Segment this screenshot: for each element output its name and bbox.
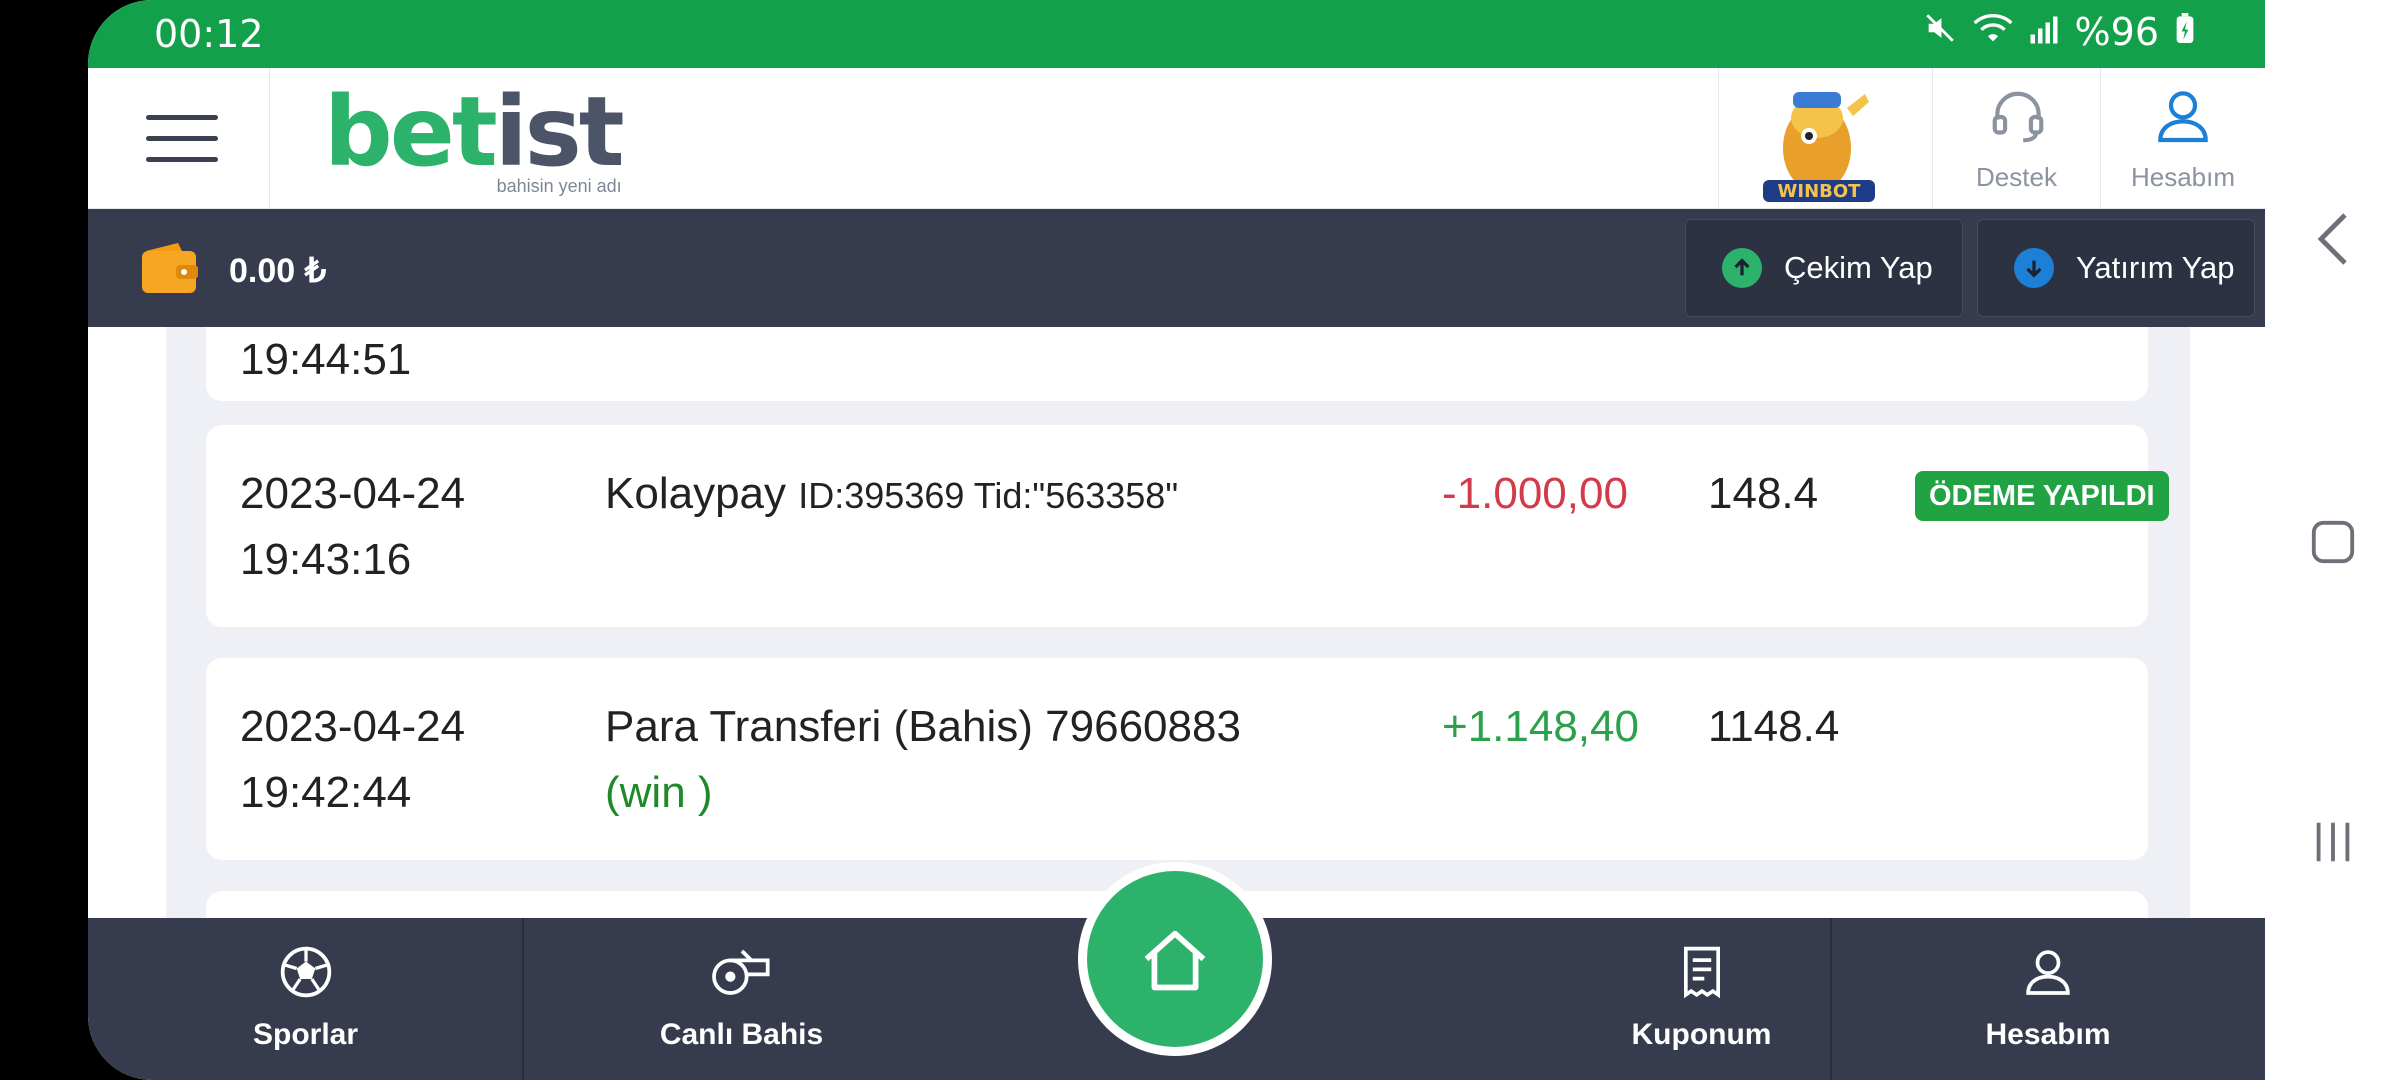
status-badge: ÖDEME YAPILDI [1915,471,2169,521]
transaction-time: 19:42:44 [240,768,412,817]
user-icon [2026,950,2070,995]
nav-sports[interactable]: Sporlar [88,918,523,1080]
soccer-ball-icon [280,946,331,998]
transaction-card[interactable]: 2023-04-24 19:43:16 Kolaypay ID:395369 T… [206,425,2169,627]
account-label: Hesabım [2130,162,2236,192]
recents-icon [2316,822,2349,862]
nav-account-label: Hesabım [1985,1018,2111,1051]
system-home-button[interactable] [2265,518,2400,566]
app-header: betist bahisin yeni adı WINBOT Destek He… [88,68,2265,209]
battery-text: %96 [2074,10,2159,54]
transaction-time: 19:43:16 [240,535,412,584]
arrow-up-icon [1722,248,1762,288]
arrow-down-icon [2014,248,2054,288]
transaction-date: 2023-04-24 [240,469,466,518]
menu-line-icon [146,115,218,120]
deposit-button[interactable]: Yatırım Yap [1977,219,2255,317]
logo-text-green: bet [324,76,498,188]
account-button[interactable]: Hesabım [2100,68,2265,209]
back-chevron-icon [2317,213,2347,265]
menu-line-icon [146,136,218,141]
deposit-label: Yatırım Yap [2076,250,2235,285]
winbot-button[interactable]: WINBOT [1718,68,1932,209]
nav-live-betting[interactable]: Canlı Bahis [524,918,959,1080]
winbot-mascot-icon: WINBOT [1763,92,1875,202]
hamburger-menu-button[interactable] [88,68,270,209]
wifi-icon [1973,10,2013,54]
logo-text-dark: ist [494,76,625,188]
transaction-description: Kolaypay ID:395369 Tid:"563358" [605,461,1178,529]
support-button[interactable]: Destek [1932,68,2100,209]
transaction-amount: +1.148,40 [1442,702,1639,751]
signal-icon [2029,10,2059,54]
wallet-bar: 0.00 ₺ Çekim Yap Yatırım Yap [88,209,2265,327]
betist-logo[interactable]: betist bahisin yeni adı [324,84,625,196]
transaction-method: Kolaypay [605,469,787,518]
transaction-description: Para Transferi (Bahis) 79660883 [605,702,1241,751]
home-square-icon [2311,520,2354,564]
transaction-result: (win ) [605,768,713,817]
winbot-text: WINBOT [1778,181,1862,202]
status-icons: %96 [1923,10,2195,54]
system-recents-button[interactable] [2265,818,2400,866]
mute-icon [1923,10,1957,54]
status-time: 00:12 [154,12,264,56]
home-button[interactable] [1078,862,1272,1056]
transaction-card[interactable]: 2023-04-24 19:42:44 Para Transferi (Bahi… [206,658,2148,860]
app-screen: 00:12 %96 betist bahisin yeni adı WINBOT… [88,0,2265,1080]
transaction-date: 2023-04-24 [240,702,466,751]
transaction-list: 19:44:51 2023-04-24 19:43:16 Kolaypay ID… [166,327,2190,918]
nav-live-label: Canlı Bahis [659,1018,824,1051]
nav-account[interactable]: Hesabım [1831,918,2265,1080]
headset-icon [1992,91,2044,143]
withdraw-label: Çekim Yap [1784,250,1933,285]
whistle-icon [711,949,770,995]
user-icon [2158,91,2208,143]
withdraw-button[interactable]: Çekim Yap [1685,219,1963,317]
logo-tagline: bahisin yeni adı [496,176,622,196]
nav-sports-label: Sporlar [252,1018,359,1051]
transaction-amount: -1.000,00 [1442,469,1628,518]
system-back-button[interactable] [2265,212,2400,266]
transaction-card[interactable]: 19:44:51 [206,327,2148,401]
wallet-icon [142,243,198,293]
status-bar: 00:12 %96 [88,0,2265,68]
support-label: Destek [1976,162,2057,192]
balance-amount: 0.00 ₺ [229,252,327,290]
battery-icon [2175,10,2195,54]
transaction-balance: 148.4 [1708,469,1819,518]
transaction-time: 19:44:51 [240,335,412,384]
home-icon [1144,930,1206,991]
transaction-balance: 1148.4 [1708,702,1840,751]
menu-line-icon [146,157,218,162]
receipt-icon [1683,946,1720,999]
transaction-reference: ID:395369 Tid:"563358" [798,475,1179,516]
system-navigation-bar [2265,0,2400,1080]
